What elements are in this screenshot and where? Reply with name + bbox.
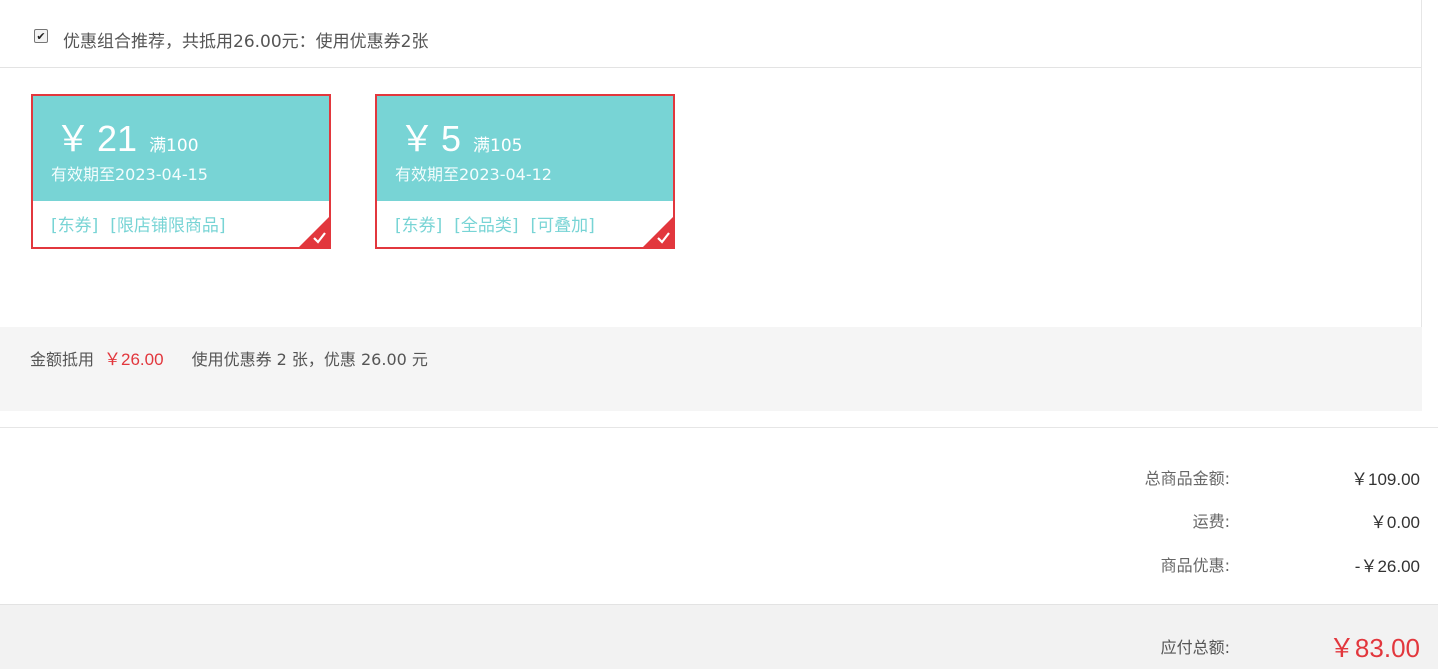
shipping-value: ￥0.00 bbox=[1369, 512, 1420, 532]
shipping-row: 运费: ￥0.00 bbox=[1030, 509, 1420, 532]
check-corner-icon bbox=[643, 217, 673, 247]
discount-summary: 金额抵用 ￥26.00 使用优惠券 2 张，优惠 26.00 元 bbox=[30, 345, 428, 370]
coupon-value: 21 bbox=[97, 118, 138, 159]
coupon-tag: [全品类] bbox=[454, 216, 519, 236]
coupon-tag: [东券] bbox=[51, 216, 99, 236]
coupon-currency: ￥ bbox=[55, 118, 92, 159]
divider bbox=[0, 427, 1438, 428]
coupon-tag: [可叠加] bbox=[530, 216, 595, 236]
coupon-card[interactable]: ￥ 5 满105 有效期至2023-04-12 [东券] [全品类] [可叠加] bbox=[375, 94, 675, 249]
summary-detail: 使用优惠券 2 张，优惠 26.00 元 bbox=[191, 349, 428, 369]
coupon-amount: ￥ 21 满100 bbox=[55, 110, 199, 162]
coupon-header: ￥ 5 满105 有效期至2023-04-12 bbox=[377, 96, 673, 201]
coupon-amount: ￥ 5 满105 bbox=[399, 110, 523, 162]
coupon-tag: [限店铺限商品] bbox=[110, 216, 226, 236]
coupon-expiry: 有效期至2023-04-12 bbox=[395, 165, 552, 184]
divider bbox=[0, 67, 1421, 68]
coupon-condition: 满105 bbox=[473, 136, 523, 156]
coupon-condition: 满100 bbox=[149, 136, 199, 156]
discount-row: 商品优惠: -￥26.00 bbox=[1030, 553, 1420, 576]
coupon-currency: ￥ bbox=[399, 118, 436, 159]
summary-label: 金额抵用 bbox=[30, 349, 95, 369]
discount-value: -￥26.00 bbox=[1354, 556, 1420, 576]
coupon-tag: [东券] bbox=[395, 216, 443, 236]
shipping-label: 运费: bbox=[1192, 512, 1230, 531]
goods-total-row: 总商品金额: ￥109.00 bbox=[1030, 466, 1420, 489]
recommendation-row[interactable]: ✔ 优惠组合推荐，共抵用26.00元：使用优惠券2张 bbox=[34, 26, 428, 52]
coupon-tags: [东券] [限店铺限商品] bbox=[51, 211, 238, 236]
checkbox-checked-icon[interactable]: ✔ bbox=[34, 29, 48, 43]
payable-label: 应付总额: bbox=[1160, 638, 1230, 657]
coupon-expiry: 有效期至2023-04-15 bbox=[51, 165, 208, 184]
coupon-tags: [东券] [全品类] [可叠加] bbox=[395, 211, 607, 236]
coupon-value: 5 bbox=[441, 118, 462, 159]
payable-value: ￥83.00 bbox=[1328, 632, 1420, 663]
goods-total-value: ￥109.00 bbox=[1351, 469, 1420, 489]
payable-row: 应付总额: ￥83.00 bbox=[1030, 628, 1420, 664]
check-corner-icon bbox=[299, 217, 329, 247]
coupon-card[interactable]: ￥ 21 满100 有效期至2023-04-15 [东券] [限店铺限商品] bbox=[31, 94, 331, 249]
goods-total-label: 总商品金额: bbox=[1144, 469, 1230, 488]
recommendation-text: 优惠组合推荐，共抵用26.00元：使用优惠券2张 bbox=[63, 31, 429, 52]
summary-amount: ￥26.00 bbox=[104, 350, 164, 369]
discount-label: 商品优惠: bbox=[1160, 556, 1230, 575]
coupon-header: ￥ 21 满100 有效期至2023-04-15 bbox=[33, 96, 329, 201]
